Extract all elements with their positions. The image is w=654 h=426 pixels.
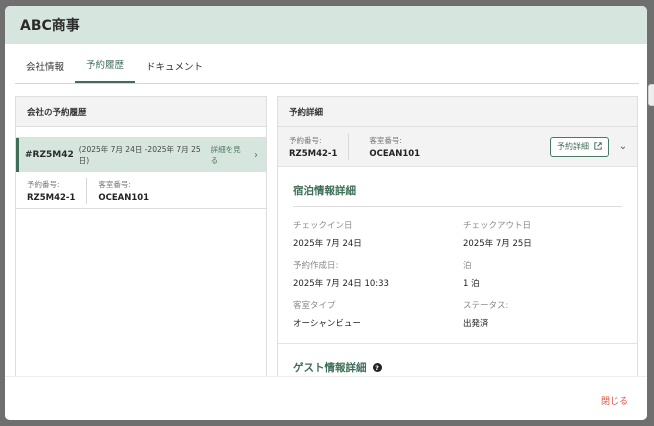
chevron-down-icon[interactable]: ⌄ [609,141,637,152]
room-type-value: オーシャンビュー [293,319,361,329]
tab-company-info[interactable]: 会社情報 [15,43,75,83]
room-type-field: 客室タイプ オーシャンビュー [293,299,463,329]
close-button[interactable]: 閉じる [601,394,628,407]
checkout-value: 2025年 7月 25日 [463,239,532,249]
history-item-header[interactable]: #RZ5M42 (2025年 7月 24日 -2025年 7月 25日) 詳細を… [16,138,266,172]
view-details-link[interactable]: 詳細を見る [211,144,248,166]
history-item-dates: (2025年 7月 24日 -2025年 7月 25日) [78,145,201,165]
tab-documents[interactable]: ドキュメント [135,43,214,83]
created-value: 2025年 7月 24日 10:33 [293,279,389,289]
nights-value: 1 泊 [463,279,480,289]
detail-booking-label: 予約番号: [289,135,322,145]
history-panel-title: 会社の予約履歴 [16,97,266,127]
history-room-field: 客室番号: OCEAN101 [87,179,160,203]
room-type-label: 客室タイプ [293,301,336,311]
detail-panel-title: 予約詳細 [278,97,637,127]
checkin-label: チェックイン日 [293,221,353,231]
modal-footer: 閉じる [5,376,647,420]
company-modal: ABC商事 会社情報 予約履歴 ドキュメント 会社の予約履歴 #RZ5M42 (… [5,6,647,420]
detail-room-label: 客室番号: [369,135,402,145]
tab-booking-history[interactable]: 予約履歴 [75,43,136,83]
help-icon[interactable]: ? [372,363,382,372]
history-item: #RZ5M42 (2025年 7月 24日 -2025年 7月 25日) 詳細を… [16,137,266,209]
modal-header: ABC商事 [5,6,647,44]
history-item-body: 予約番号: RZ5M42-1 客室番号: OCEAN101 [16,172,266,210]
status-label: ステータス: [463,301,509,311]
checkout-label: チェックアウト日 [463,221,532,231]
booking-detail-button[interactable]: 予約詳細 [550,136,609,157]
stay-info-grid: チェックイン日 2025年 7月 24日 チェックアウト日 2025年 7月 2… [293,207,622,329]
chevron-right-icon[interactable]: › [254,150,258,161]
history-booking-label: 予約番号: [27,180,60,189]
history-booking-value: RZ5M42-1 [27,193,76,203]
detail-panel: 予約詳細 予約番号: RZ5M42-1 客室番号: OCEAN101 予約詳細 … [277,96,638,380]
history-room-label: 客室番号: [98,180,131,189]
detail-room-value: OCEAN101 [369,148,421,159]
history-booking-field: 予約番号: RZ5M42-1 [16,179,86,203]
checkout-field: チェックアウト日 2025年 7月 25日 [463,219,633,249]
created-field: 予約作成日: 2025年 7月 24日 10:33 [293,259,463,289]
status-value: 出発済 [463,319,489,329]
history-panel: 会社の予約履歴 #RZ5M42 (2025年 7月 24日 -2025年 7月 … [15,96,267,380]
history-room-value: OCEAN101 [98,193,150,203]
created-label: 予約作成日: [293,261,339,271]
nights-label: 泊 [463,261,472,271]
detail-room-field: 客室番号: OCEAN101 [349,135,431,159]
checkin-field: チェックイン日 2025年 7月 24日 [293,219,463,249]
stay-info-section: 宿泊情報詳細 チェックイン日 2025年 7月 24日 チェックアウト日 202… [278,167,637,329]
background-page-edge [648,84,654,106]
external-link-icon [594,141,602,152]
detail-booking-value: RZ5M42-1 [289,148,338,159]
nights-field: 泊 1 泊 [463,259,633,289]
guest-info-title: ゲスト情報詳細 [293,362,367,374]
checkin-value: 2025年 7月 24日 [293,239,362,249]
status-field: ステータス: 出発済 [463,299,633,329]
history-item-id: #RZ5M42 [25,150,74,160]
modal-title: ABC商事 [20,18,80,34]
stay-info-title: 宿泊情報詳細 [293,167,622,207]
detail-booking-field: 予約番号: RZ5M42-1 [278,135,348,159]
booking-detail-button-label: 予約詳細 [557,142,589,151]
tab-bar: 会社情報 予約履歴 ドキュメント [15,44,639,84]
detail-summary-bar: 予約番号: RZ5M42-1 客室番号: OCEAN101 予約詳細 ⌄ [278,127,637,167]
